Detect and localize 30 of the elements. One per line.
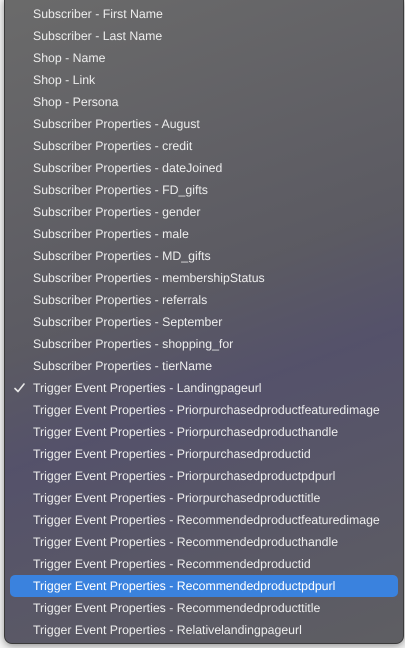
menu-item[interactable]: Trigger Event Properties - Priorpurchasedproducthandle: [10, 421, 398, 443]
menu-item[interactable]: Subscriber Properties - FD_gifts: [10, 179, 398, 201]
menu-item[interactable]: Trigger Event Properties - Recommendedproductpdpurl: [10, 575, 398, 597]
menu-item[interactable]: Subscriber Properties - tierName: [10, 355, 398, 377]
menu-item[interactable]: Subscriber Properties - membershipStatus: [10, 267, 398, 289]
menu-item[interactable]: Shop - Persona: [10, 91, 398, 113]
menu-item[interactable]: Trigger Event Properties - Recommendedproductfeaturedimage: [10, 509, 398, 531]
menu-item[interactable]: Trigger Event Properties - Priorpurchasedproductpdpurl: [10, 465, 398, 487]
menu-item[interactable]: Subscriber Properties - September: [10, 311, 398, 333]
menu-item[interactable]: Shop - Name: [10, 47, 398, 69]
menu-item[interactable]: Subscriber - First Name: [10, 3, 398, 25]
menu-item[interactable]: Trigger Event Properties - Priorpurchasedproducttitle: [10, 487, 398, 509]
menu-item[interactable]: Shop - Link: [10, 69, 398, 91]
menu-item[interactable]: Subscriber Properties - credit: [10, 135, 398, 157]
menu-item[interactable]: Subscriber Properties - MD_gifts: [10, 245, 398, 267]
menu-item[interactable]: Subscriber Properties - shopping_for: [10, 333, 398, 355]
menu-item[interactable]: Subscriber Properties - August: [10, 113, 398, 135]
menu-item[interactable]: Subscriber Properties - male: [10, 223, 398, 245]
menu-item[interactable]: Trigger Event Properties - Priorpurchasedproductfeaturedimage: [10, 399, 398, 421]
menu-item[interactable]: Trigger Event Properties - Recommendedproducttitle: [10, 597, 398, 619]
menu-item[interactable]: Trigger Event Properties - Landingpageurl: [10, 377, 398, 399]
checkmark-icon: [14, 383, 25, 393]
menu-item[interactable]: Subscriber Properties - referrals: [10, 289, 398, 311]
menu-item[interactable]: Trigger Event Properties - Recommendedproductid: [10, 553, 398, 575]
menu-item[interactable]: Subscriber Properties - gender: [10, 201, 398, 223]
menu-item[interactable]: Trigger Event Properties - Priorpurchasedproductid: [10, 443, 398, 465]
menu-item[interactable]: Trigger Event Properties - Relativelandingpageurl: [10, 619, 398, 641]
menu-item[interactable]: Subscriber Properties - dateJoined: [10, 157, 398, 179]
menu-item[interactable]: Trigger Event Properties - Recommendedproducthandle: [10, 531, 398, 553]
menu-item[interactable]: Subscriber - Last Name: [10, 25, 398, 47]
